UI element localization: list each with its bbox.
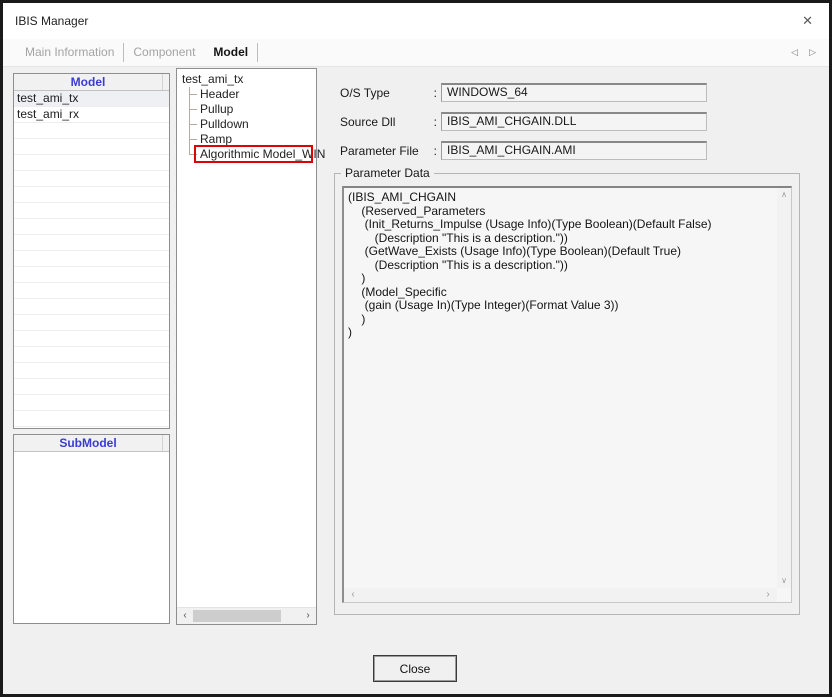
source-dll-row: Source Dll : IBIS_AMI_CHGAIN.DLL (340, 112, 707, 131)
model-list-header-label: Model (14, 74, 162, 90)
close-button-label: Close (400, 662, 431, 676)
tab-component[interactable]: Component (124, 43, 204, 62)
parameter-data-textarea[interactable]: (IBIS_AMI_CHGAIN (Reserved_Parameters (I… (342, 186, 792, 603)
tree-item-ramp[interactable]: Ramp (180, 132, 316, 147)
submodel-list-header: SubModel (14, 435, 169, 452)
scroll-left-icon[interactable]: ‹ (346, 588, 360, 602)
os-type-label-text: O/S Type (340, 86, 390, 100)
tab-model[interactable]: Model (204, 43, 258, 62)
parameter-data-group-label: Parameter Data (341, 166, 434, 180)
model-list-item-test-ami-rx[interactable]: test_ami_rx (14, 107, 169, 123)
parameter-file-field[interactable]: IBIS_AMI_CHGAIN.AMI (441, 141, 707, 160)
os-type-field[interactable]: WINDOWS_64 (441, 83, 707, 102)
source-dll-label: Source Dll : (340, 115, 437, 129)
os-type-colon: : (434, 86, 437, 100)
scroll-right-icon[interactable]: › (761, 588, 775, 602)
submodel-list-header-label: SubModel (14, 435, 162, 451)
submodel-list-panel: SubModel (13, 434, 170, 624)
source-dll-colon: : (434, 115, 437, 129)
tab-scroll-left-icon[interactable]: ◁ (791, 47, 798, 58)
tab-bar: Main Information Component Model ◁ ▷ (3, 39, 829, 67)
source-dll-label-text: Source Dll (340, 115, 395, 129)
tab-main-information[interactable]: Main Information (16, 43, 124, 62)
model-list-panel: Model test_ami_tx test_ami_rx (13, 73, 170, 429)
submodel-list-body (14, 452, 169, 623)
parameter-data-groupbox: Parameter Data (IBIS_AMI_CHGAIN (Reserve… (334, 173, 800, 615)
source-dll-field[interactable]: IBIS_AMI_CHGAIN.DLL (441, 112, 707, 131)
parameter-file-row: Parameter File : IBIS_AMI_CHGAIN.AMI (340, 141, 707, 160)
scroll-right-icon[interactable]: › (300, 608, 316, 624)
tree-horizontal-scrollbar[interactable]: ‹ › (177, 607, 316, 624)
tree-item-algorithmic-model-win-label: Algorithmic Model_WIN (200, 147, 325, 161)
window-title: IBIS Manager (15, 14, 88, 28)
tree-item-pullup[interactable]: Pullup (180, 102, 316, 117)
tree-item-header[interactable]: Header (180, 87, 316, 102)
parameter-data-horizontal-scrollbar[interactable]: ‹ › (344, 588, 777, 602)
parameter-file-label: Parameter File : (340, 144, 437, 158)
title-bar: IBIS Manager ✕ (3, 3, 829, 39)
model-list-header-gutter (162, 74, 169, 90)
scroll-up-icon[interactable]: ∧ (777, 188, 791, 202)
tab-scroll-arrows: ◁ ▷ (791, 47, 816, 58)
parameter-data-vertical-scrollbar[interactable]: ∧ ∨ (777, 188, 791, 588)
os-type-row: O/S Type : WINDOWS_64 (340, 83, 707, 102)
scroll-down-icon[interactable]: ∨ (777, 574, 791, 588)
os-type-label: O/S Type : (340, 86, 437, 100)
tab-scroll-right-icon[interactable]: ▷ (809, 47, 816, 58)
close-button[interactable]: Close (373, 655, 457, 682)
model-list-empty-rows (14, 123, 169, 428)
parameter-file-label-text: Parameter File (340, 144, 419, 158)
model-list-item-test-ami-tx[interactable]: test_ami_tx (14, 91, 169, 107)
close-icon[interactable]: ✕ (798, 13, 817, 29)
tree-root-test-ami-tx[interactable]: test_ami_tx (180, 72, 316, 87)
tree-children: Header Pullup Pulldown Ramp Algorithmic … (180, 87, 316, 162)
model-tree-panel: test_ami_tx Header Pullup Pulldown Ramp … (176, 68, 317, 625)
submodel-list-header-gutter (162, 435, 169, 451)
model-list-header: Model (14, 74, 169, 91)
tree-item-pulldown[interactable]: Pulldown (180, 117, 316, 132)
tree-item-algorithmic-model-win[interactable]: Algorithmic Model_WIN (180, 147, 316, 162)
ibis-manager-window: IBIS Manager ✕ Main Information Componen… (0, 0, 832, 697)
parameter-file-colon: : (434, 144, 437, 158)
parameter-data-content[interactable]: (IBIS_AMI_CHGAIN (Reserved_Parameters (I… (348, 191, 774, 585)
tree-scrollbar-thumb[interactable] (193, 610, 281, 622)
scroll-left-icon[interactable]: ‹ (177, 608, 193, 624)
